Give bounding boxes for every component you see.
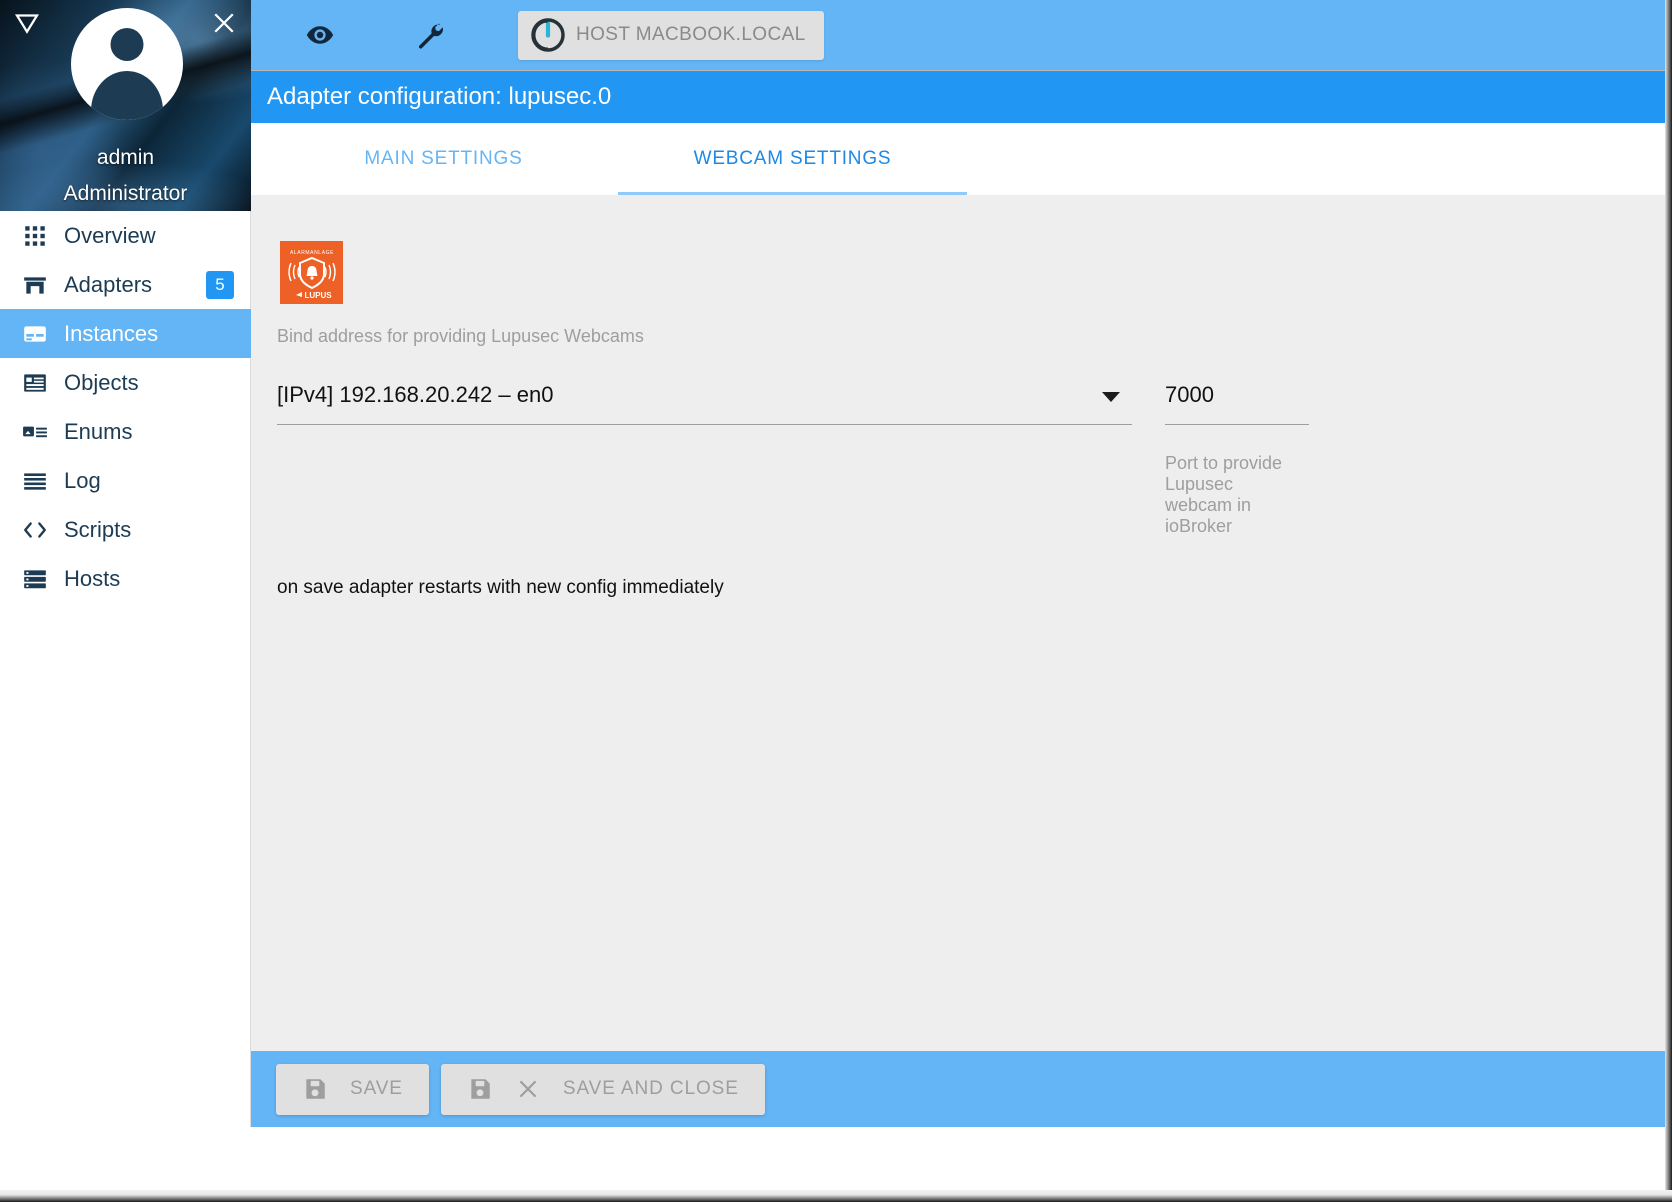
svg-text:ALARMANLAGE: ALARMANLAGE [289, 250, 333, 256]
save-and-close-button[interactable]: SAVE AND CLOSE [440, 1063, 765, 1115]
chevron-down-icon[interactable] [1102, 392, 1120, 402]
sidebar-item-enums[interactable]: Enums [0, 407, 251, 456]
sidebar: admin Administrator Overview Adapters 5 … [0, 0, 251, 1127]
svg-text:LUPUS: LUPUS [304, 291, 332, 300]
sidebar-item-label: Overview [64, 222, 156, 248]
sidebar-item-label: Instances [64, 320, 159, 346]
port-input[interactable]: 7000 [1165, 382, 1309, 425]
avatar [71, 8, 183, 120]
bind-address-select[interactable]: [IPv4] 192.168.20.242 – en0 [277, 382, 1132, 425]
window-right-edge [1665, 0, 1672, 1202]
save-and-close-button-label: SAVE AND CLOSE [562, 1078, 739, 1099]
server-icon [22, 566, 56, 592]
avatar-body [91, 71, 163, 120]
port-value: 7000 [1165, 382, 1214, 407]
user-profile-header: admin Administrator [0, 0, 251, 211]
tab-label: MAIN SETTINGS [364, 148, 523, 169]
list-alt-icon [22, 370, 56, 396]
page-title: Adapter configuration: lupusec.0 [251, 71, 1672, 123]
sidebar-item-scripts[interactable]: Scripts [0, 505, 251, 554]
close-icon [515, 1076, 541, 1102]
top-toolbar: HOST MACBOOK.LOCAL [251, 0, 1672, 71]
port-help-text: Port to provide Lupusec webcam in ioBrok… [1165, 453, 1283, 536]
grid-icon [22, 223, 56, 249]
field-underline [277, 424, 1132, 425]
sidebar-item-overview[interactable]: Overview [0, 211, 251, 260]
window-lower-area [0, 1127, 1672, 1190]
lupus-shield-icon: ALARMANLAGE LUPUS [280, 241, 343, 304]
power-info-icon [530, 17, 566, 53]
footer-actions: SAVE SAVE AND CLOSE [251, 1051, 1672, 1127]
user-name: admin [96, 146, 155, 169]
sidebar-item-log[interactable]: Log [0, 456, 251, 505]
window-bottom-edge [0, 1190, 1672, 1202]
enum-icon [22, 419, 56, 445]
triangle-down-icon[interactable] [12, 8, 42, 38]
floppy-icon [467, 1076, 493, 1102]
sidebar-item-label: Log [64, 467, 101, 493]
webcam-settings-panel: ALARMANLAGE LUPUS Bind address for provi… [251, 196, 1672, 1051]
avatar-head [110, 28, 144, 61]
user-role: Administrator [63, 182, 188, 205]
sidebar-item-instances[interactable]: Instances [0, 309, 251, 358]
eye-icon[interactable] [298, 13, 342, 57]
sidebar-item-label: Scripts [64, 516, 132, 542]
card-icon [22, 321, 56, 347]
settings-tabs: MAIN SETTINGS WEBCAM SETTINGS [251, 123, 1672, 195]
wrench-icon[interactable] [408, 13, 452, 57]
main-area: HOST MACBOOK.LOCAL Adapter configuration… [251, 0, 1672, 1127]
iobroker-admin-window: admin Administrator Overview Adapters 5 … [0, 0, 1672, 1202]
sidebar-item-hosts[interactable]: Hosts [0, 554, 251, 603]
restart-note: on save adapter restarts with new config… [277, 577, 724, 598]
bind-address-value: [IPv4] 192.168.20.242 – en0 [277, 382, 554, 407]
sidebar-item-adapters[interactable]: Adapters 5 [0, 260, 251, 309]
sidebar-item-label: Hosts [64, 565, 121, 591]
host-selector[interactable]: HOST MACBOOK.LOCAL [518, 10, 824, 60]
save-button[interactable]: SAVE [276, 1063, 429, 1115]
lines-icon [22, 468, 56, 494]
page-title-text: Adapter configuration: lupusec.0 [267, 83, 612, 110]
tab-webcam-settings[interactable]: WEBCAM SETTINGS [618, 123, 967, 195]
sidebar-menu: Overview Adapters 5 Instances Objects En… [0, 211, 251, 603]
host-label: HOST MACBOOK.LOCAL [576, 24, 806, 45]
tab-main-settings[interactable]: MAIN SETTINGS [269, 123, 618, 195]
code-icon [22, 517, 56, 543]
sidebar-item-objects[interactable]: Objects [0, 358, 251, 407]
tab-label: WEBCAM SETTINGS [693, 148, 892, 169]
sidebar-item-label: Enums [64, 418, 133, 444]
adapters-badge: 5 [206, 271, 234, 299]
field-underline [1165, 424, 1309, 425]
store-icon [22, 272, 56, 298]
floppy-icon [302, 1076, 328, 1102]
bind-address-label: Bind address for providing Lupusec Webca… [277, 326, 644, 346]
sidebar-item-label: Adapters [64, 271, 153, 297]
save-button-label: SAVE [350, 1078, 403, 1099]
sidebar-item-label: Objects [64, 369, 139, 395]
close-icon[interactable] [209, 8, 239, 38]
